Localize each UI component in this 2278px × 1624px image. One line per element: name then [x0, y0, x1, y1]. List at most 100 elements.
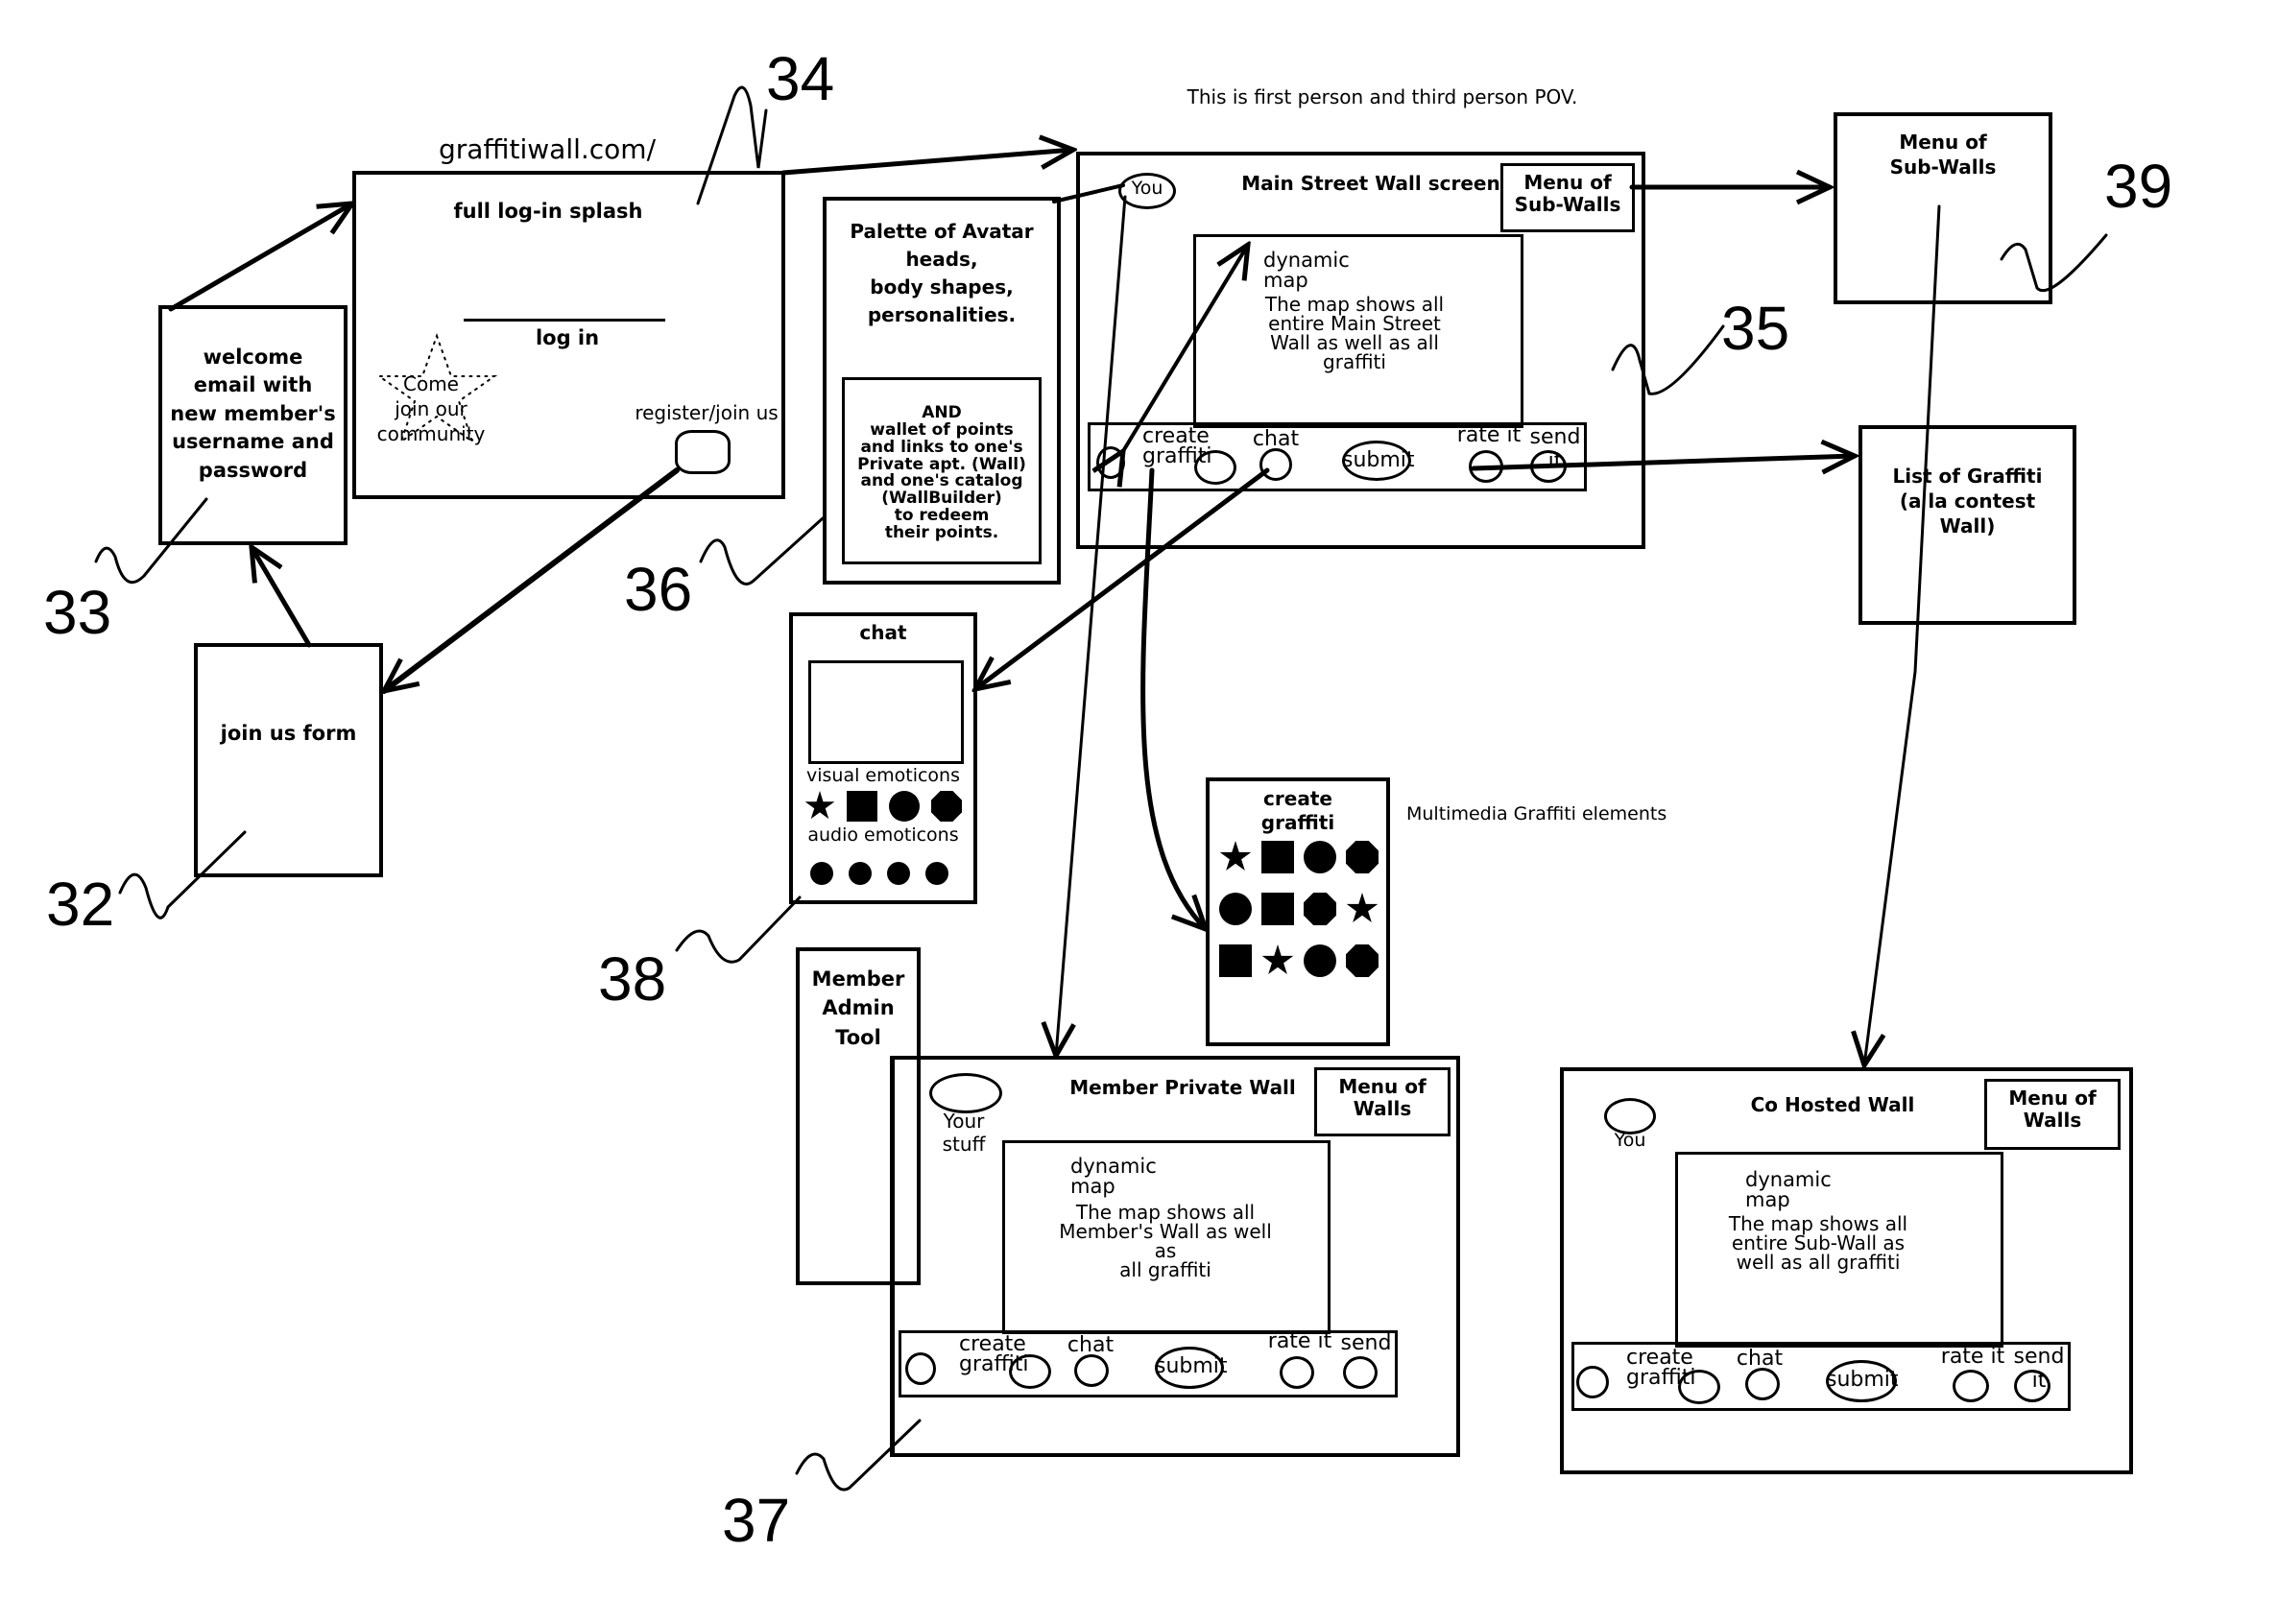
square-icon[interactable]: [847, 791, 877, 822]
co-hosted-wall-title: Co Hosted Wall: [1750, 1093, 1915, 1116]
welcome-email-screen: welcome email with new member's username…: [158, 305, 348, 545]
avatar-you-label: You: [1614, 1130, 1646, 1151]
create-graffiti-title: create graffiti: [1260, 787, 1335, 834]
chat-panel-screen: chat visual emoticons audio emoticons: [789, 612, 977, 904]
star-icon[interactable]: [804, 791, 835, 820]
ref-number-36: 36: [624, 555, 693, 624]
circle-icon[interactable]: [887, 862, 910, 885]
graffiti-elements-row: [1219, 944, 1382, 983]
flow-diagram: This is first person and third person PO…: [0, 0, 2278, 1624]
main-street-wall-title: Main Street Wall screen: [1241, 172, 1500, 195]
list-of-graffiti-title: List of Graffiti (a la contest Wall): [1892, 465, 2043, 537]
toolbar-avatar-button[interactable]: [905, 1352, 936, 1385]
pov-note: This is first person and third person PO…: [1187, 85, 1578, 108]
audio-emoticons-label: audio emoticons: [807, 824, 959, 846]
square-icon[interactable]: [1219, 944, 1252, 977]
avatar-palette-title: Palette of Avatar heads, body shapes, pe…: [850, 220, 1034, 326]
chat-button[interactable]: [1259, 448, 1292, 481]
ref-number-34: 34: [766, 44, 835, 113]
leader-36: [699, 516, 825, 585]
chat-button[interactable]: [1745, 1368, 1780, 1400]
chat-message-area[interactable]: [808, 660, 964, 764]
circle-icon[interactable]: [925, 862, 948, 885]
login-link[interactable]: log in: [529, 326, 606, 349]
rate-it-button[interactable]: [1953, 1370, 1989, 1402]
leader-38: [675, 896, 802, 964]
arrow-subwalls-to-cohosted: [1864, 204, 1941, 1065]
rate-it-button[interactable]: [1280, 1356, 1314, 1389]
circle-icon[interactable]: [1219, 893, 1252, 925]
rate-it-label: rate it: [1267, 1329, 1332, 1353]
menu-of-walls-button[interactable]: Menu of Walls: [1314, 1067, 1451, 1136]
graffiti-elements-row: [1219, 841, 1382, 879]
toolbar-avatar-button[interactable]: [1576, 1366, 1609, 1398]
circle-icon[interactable]: [889, 791, 920, 822]
main-street-wall-screen: You Main Street Wall screen Menu of Sub-…: [1076, 152, 1645, 549]
community-star-text: Come join our community: [376, 372, 486, 445]
toolbar-avatar-button[interactable]: [1096, 446, 1125, 479]
dynamic-map[interactable]: dynamic map The map shows all Member's W…: [1002, 1140, 1331, 1334]
register-join-button[interactable]: [675, 430, 731, 474]
map-title: dynamic map: [1263, 249, 1350, 292]
map-description: The map shows all entire Main Street Wal…: [1264, 293, 1445, 373]
visual-emoticons-row: [804, 791, 968, 824]
ref-number-38: 38: [598, 944, 667, 1014]
chat-panel-title: chat: [859, 621, 907, 644]
rate-it-label: rate it: [1456, 423, 1522, 447]
octagon-icon[interactable]: [1346, 841, 1379, 873]
your-stuff-label: Your stuff: [942, 1110, 986, 1156]
star-icon[interactable]: [1346, 893, 1379, 922]
dynamic-map[interactable]: dynamic map The map shows all entire Mai…: [1193, 234, 1523, 428]
circle-icon[interactable]: [810, 862, 833, 885]
create-graffiti-button[interactable]: [1678, 1370, 1720, 1404]
octagon-icon[interactable]: [1346, 944, 1379, 977]
chat-button[interactable]: [1074, 1354, 1109, 1387]
circle-icon[interactable]: [1304, 841, 1336, 873]
menu-of-subwalls-title: Menu of Sub-Walls: [1889, 131, 1997, 179]
rate-it-button[interactable]: [1469, 450, 1503, 483]
welcome-email-text: welcome email with new member's username…: [170, 346, 336, 482]
star-icon[interactable]: [1261, 944, 1294, 974]
circle-icon[interactable]: [849, 862, 872, 885]
dynamic-map[interactable]: dynamic map The map shows all entire Sub…: [1675, 1152, 2003, 1348]
action-toolbar: create graffiti chat submit rate it send…: [1571, 1342, 2071, 1411]
submit-label: submit: [1342, 448, 1415, 472]
member-private-wall-screen: Your stuff Member Private Wall Menu of W…: [890, 1056, 1460, 1457]
square-icon[interactable]: [1261, 841, 1294, 873]
menu-of-subwalls-screen: Menu of Sub-Walls: [1834, 112, 2052, 304]
ref-number-32: 32: [46, 870, 115, 939]
ref-number-37: 37: [722, 1486, 791, 1555]
create-graffiti-button[interactable]: [1194, 450, 1236, 485]
square-icon[interactable]: [1261, 893, 1294, 925]
rate-it-label: rate it: [1940, 1345, 2005, 1369]
arrow-welcome-to-login: [168, 203, 352, 312]
co-hosted-wall-screen: You Co Hosted Wall Menu of Walls dynamic…: [1560, 1067, 2133, 1474]
action-toolbar: create graffiti chat submit rate it send…: [899, 1329, 1398, 1397]
wallet-box: AND wallet of points and links to one's …: [842, 377, 1042, 564]
menu-of-walls-button[interactable]: Menu of Walls: [1984, 1079, 2121, 1150]
audio-emoticons-row: [810, 858, 964, 891]
multimedia-graffiti-note: Multimedia Graffiti elements: [1406, 803, 1667, 824]
circle-icon[interactable]: [1304, 944, 1336, 977]
your-stuff-bubble[interactable]: [929, 1073, 1002, 1113]
octagon-icon[interactable]: [1304, 893, 1336, 925]
action-toolbar: create graffiti chat submit rate it send…: [1088, 422, 1587, 491]
graffiti-elements-row: [1219, 893, 1382, 931]
map-description: The map shows all entire Sub-Wall as wel…: [1728, 1212, 1908, 1274]
register-label: register/join us: [635, 401, 779, 424]
menu-of-subwalls-button[interactable]: Menu of Sub-Walls: [1500, 163, 1635, 232]
map-description: The map shows all Member's Wall as well …: [1059, 1201, 1272, 1281]
login-input-line[interactable]: [464, 319, 665, 322]
create-graffiti-button[interactable]: [1009, 1354, 1051, 1389]
octagon-icon[interactable]: [931, 791, 962, 822]
send-it-button[interactable]: [1343, 1356, 1378, 1389]
site-url-label: graffitiwall.com/: [438, 133, 657, 165]
submit-label: submit: [1826, 1368, 1899, 1392]
star-icon[interactable]: [1219, 841, 1252, 871]
list-of-graffiti-screen: List of Graffiti (a la contest Wall): [1858, 425, 2076, 625]
member-private-wall-title: Member Private Wall: [1069, 1076, 1296, 1099]
ref-number-35: 35: [1721, 294, 1790, 363]
graffiti-elements-grid: [1219, 841, 1382, 985]
send-it-button[interactable]: [1530, 450, 1567, 483]
send-it-label: send it: [2013, 1345, 2065, 1393]
